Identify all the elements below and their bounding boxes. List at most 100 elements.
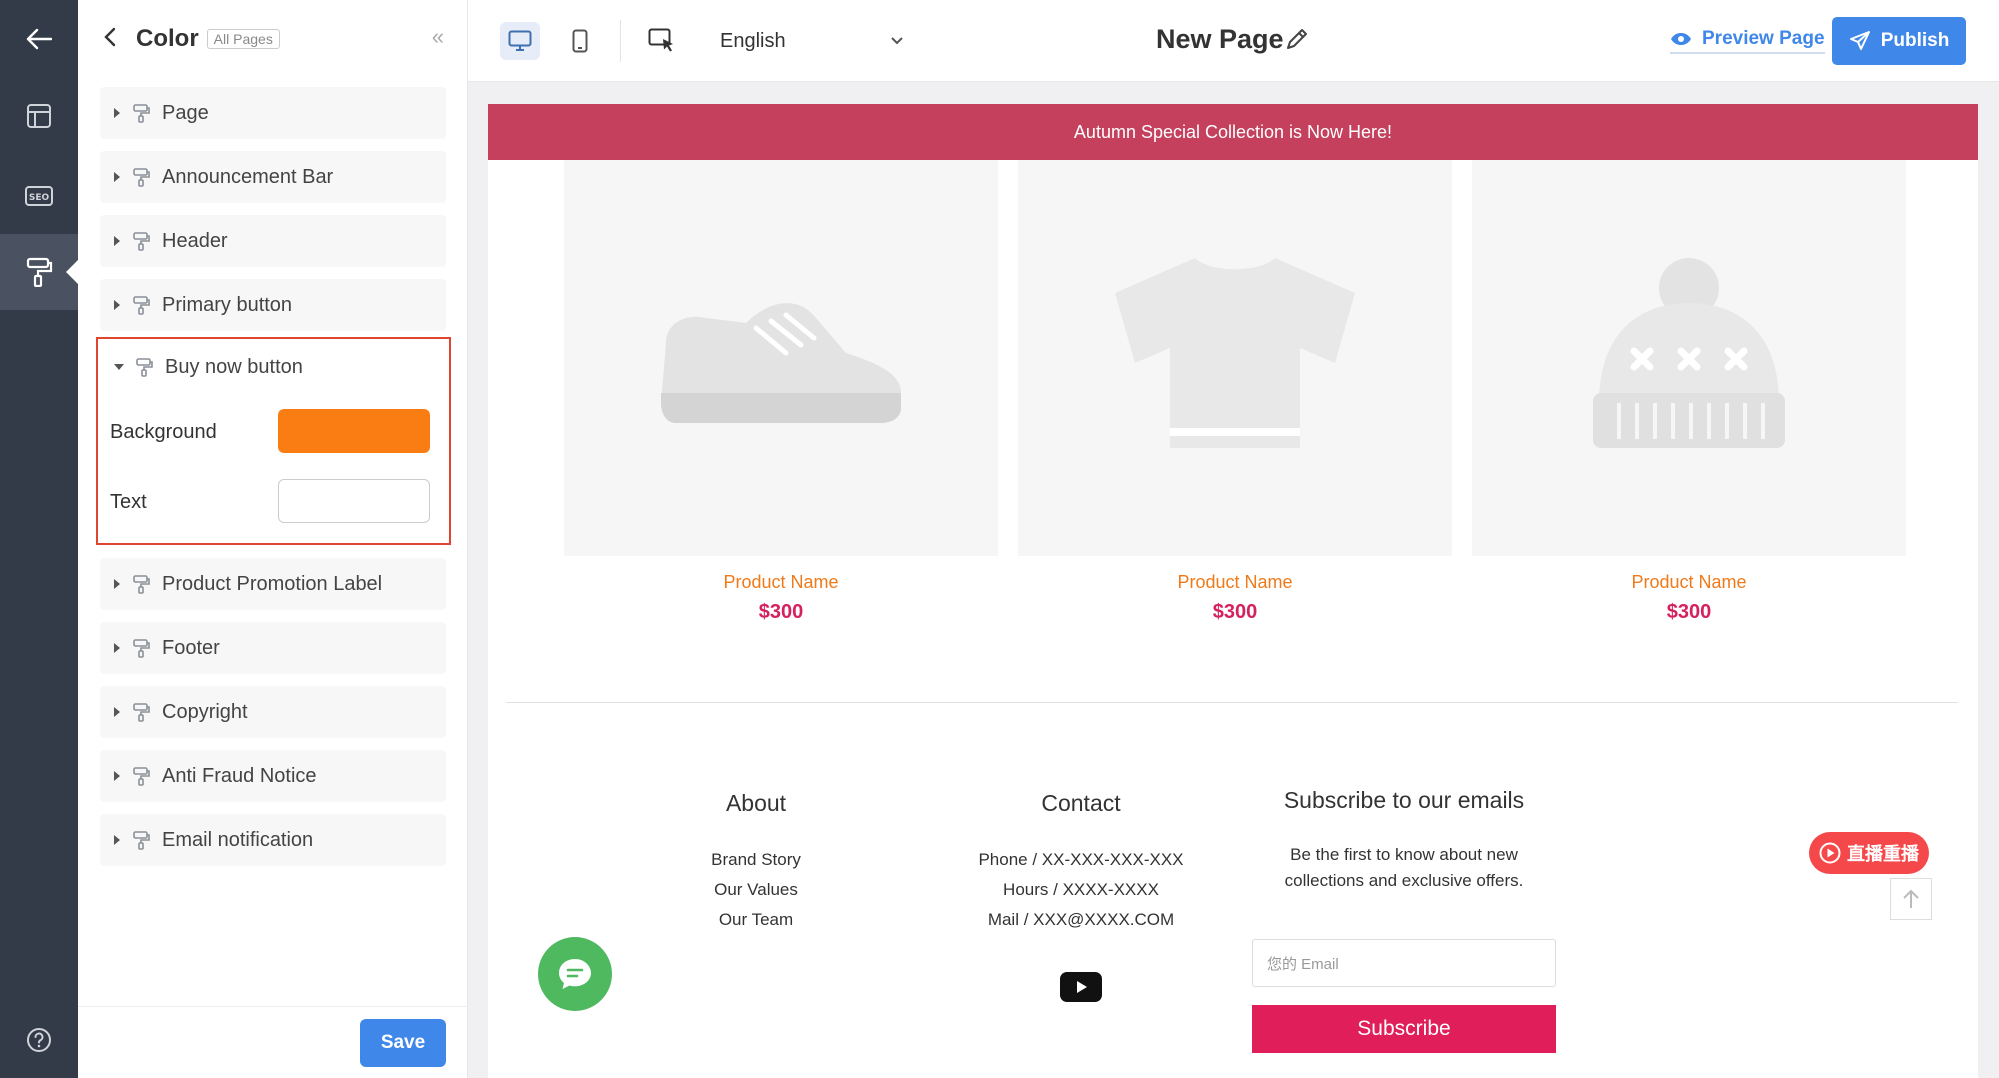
mobile-view-button[interactable] xyxy=(560,22,600,60)
category-header[interactable]: Header xyxy=(100,215,446,267)
back-chevron-icon[interactable] xyxy=(104,27,116,52)
language-value: English xyxy=(720,29,786,52)
chat-bubble-button[interactable] xyxy=(538,937,612,1011)
arrow-up-icon xyxy=(1903,889,1919,908)
desktop-view-button[interactable] xyxy=(500,22,540,60)
footer-link[interactable]: Our Team xyxy=(646,909,866,931)
announcement-bar[interactable]: Autumn Special Collection is Now Here! xyxy=(488,104,1978,160)
product-price: $300 xyxy=(758,601,804,623)
product-card[interactable]: Product Name $300 xyxy=(564,160,998,624)
product-card[interactable]: Product Name $300 xyxy=(1018,160,1452,624)
contact-hours: Hours / XXXX-XXXX xyxy=(1003,880,1159,899)
paint-roller-icon xyxy=(133,296,150,315)
product-name[interactable]: Product Name xyxy=(1018,572,1452,593)
seo-icon[interactable]: SEO xyxy=(0,158,78,234)
category-primary-button[interactable]: Primary button xyxy=(100,279,446,331)
category-buy-now-button[interactable]: Buy now button xyxy=(100,341,446,393)
email-input[interactable]: 您的 Email xyxy=(1252,939,1556,987)
category-label: Primary button xyxy=(162,293,293,316)
product-name[interactable]: Product Name xyxy=(564,572,998,593)
footer-about: About Brand Story Our Values Our Team xyxy=(646,790,866,931)
caret-right-icon xyxy=(114,300,120,310)
paint-roller-icon xyxy=(133,639,150,658)
caret-right-icon xyxy=(114,835,120,845)
caret-right-icon xyxy=(114,707,120,717)
paper-plane-icon xyxy=(1849,31,1870,50)
category-email-notification[interactable]: Email notification xyxy=(100,814,446,866)
collapse-panel-icon[interactable]: « xyxy=(432,24,444,50)
layout-icon[interactable] xyxy=(0,78,78,154)
preview-page-link[interactable]: Preview Page xyxy=(1670,28,1825,54)
text-color-swatch[interactable] xyxy=(278,479,430,523)
category-label: Page xyxy=(162,101,209,124)
chat-icon xyxy=(559,959,591,989)
page-title: New Page xyxy=(1156,24,1284,54)
text-color-label: Text xyxy=(110,491,147,513)
mobile-icon xyxy=(572,29,588,53)
product-price: $300 xyxy=(1212,601,1258,623)
youtube-icon[interactable] xyxy=(1060,972,1102,1002)
product-image[interactable] xyxy=(1472,160,1906,556)
background-color-swatch[interactable] xyxy=(278,409,430,453)
category-page[interactable]: Page xyxy=(100,87,446,139)
category-product-promotion-label[interactable]: Product Promotion Label xyxy=(100,558,446,610)
footer-contact: Contact Phone / XX-XXX-XXX-XXX Hours / X… xyxy=(946,790,1216,931)
category-announcement-bar[interactable]: Announcement Bar xyxy=(100,151,446,203)
desktop-icon xyxy=(508,30,532,51)
product-price: $300 xyxy=(1666,601,1712,623)
product-image[interactable] xyxy=(564,160,998,556)
save-button[interactable]: Save xyxy=(360,1019,446,1067)
preview-label: Preview Page xyxy=(1702,28,1825,49)
category-footer[interactable]: Footer xyxy=(100,622,446,674)
paint-roller-icon xyxy=(133,104,150,123)
caret-right-icon xyxy=(114,771,120,781)
scope-badge: All Pages xyxy=(206,29,280,49)
page-preview: Autumn Special Collection is Now Here! P… xyxy=(488,104,1978,1078)
category-label: Header xyxy=(162,229,228,252)
category-anti-fraud-notice[interactable]: Anti Fraud Notice xyxy=(100,750,446,802)
chevron-down-icon xyxy=(891,37,903,45)
category-label: Anti Fraud Notice xyxy=(162,764,317,787)
back-arrow-icon[interactable] xyxy=(0,1,78,77)
category-label: Copyright xyxy=(162,700,248,723)
contact-mail[interactable]: Mail / XXX@XXXX.COM xyxy=(946,909,1216,931)
footer-link[interactable]: Our Values xyxy=(646,879,866,901)
paint-roller-icon xyxy=(133,232,150,251)
publish-label: Publish xyxy=(1880,30,1950,51)
category-copyright[interactable]: Copyright xyxy=(100,686,446,738)
caret-right-icon xyxy=(114,172,120,182)
about-title: About xyxy=(725,790,787,816)
subscribe-button[interactable]: Subscribe xyxy=(1252,1005,1556,1053)
panel-footer: Save xyxy=(78,1006,468,1078)
svg-text:SEO: SEO xyxy=(29,193,50,203)
product-name[interactable]: Product Name xyxy=(1472,572,1906,593)
contact-title: Contact xyxy=(1041,790,1121,816)
subscribe-title: Subscribe to our emails xyxy=(1283,787,1525,813)
color-settings-panel: Color All Pages « Page Announcement Bar … xyxy=(78,0,468,1078)
category-label: Email notification xyxy=(162,828,314,851)
caret-right-icon xyxy=(114,108,120,118)
footer-link[interactable]: Brand Story xyxy=(646,849,866,871)
product-image[interactable] xyxy=(1018,160,1452,556)
category-label: Footer xyxy=(162,636,220,659)
contact-phone: Phone / XX-XXX-XXX-XXX xyxy=(978,850,1184,869)
paint-roller-icon[interactable] xyxy=(0,234,78,310)
publish-button[interactable]: Publish xyxy=(1832,17,1966,65)
preview-canvas: Autumn Special Collection is Now Here! P… xyxy=(468,82,1999,1078)
select-element-button[interactable] xyxy=(642,22,682,60)
pencil-icon[interactable] xyxy=(1284,26,1310,52)
editor-toolbar: English New Page Preview Page Publish xyxy=(468,0,1999,82)
paint-roller-icon xyxy=(133,168,150,187)
language-select[interactable]: English xyxy=(704,18,924,64)
play-circle-icon xyxy=(1819,842,1841,864)
eye-icon xyxy=(1671,33,1691,45)
live-replay-badge[interactable]: 直播重播 xyxy=(1809,832,1929,874)
back-to-top-button[interactable] xyxy=(1890,878,1932,920)
subscribe-text: collections and exclusive offers. xyxy=(1284,871,1524,890)
product-card[interactable]: Product Name $300 xyxy=(1472,160,1906,624)
buy-now-button-section: Buy now button Background Text xyxy=(96,337,451,545)
help-icon[interactable] xyxy=(0,1002,78,1078)
left-rail: SEO xyxy=(0,0,78,1078)
panel-title: Color xyxy=(136,25,199,52)
divider xyxy=(506,702,1958,703)
